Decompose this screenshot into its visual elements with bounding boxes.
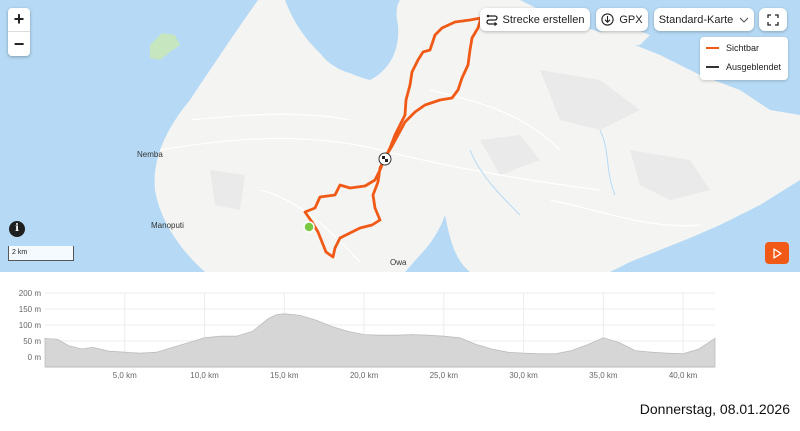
y-tick-label: 100 m (19, 321, 42, 330)
y-tick-labels: 200 m 150 m 100 m 50 m 0 m (19, 289, 42, 362)
y-tick-label: 0 m (28, 353, 42, 362)
map-canvas[interactable] (0, 0, 800, 272)
legend-label: Ausgeblendet (726, 62, 782, 72)
chevron-down-icon (739, 17, 749, 23)
track-legend: Sichtbar Ausgeblendet (700, 37, 788, 80)
place-label-manoputi: Manoputi (151, 221, 184, 230)
legend-item-hidden[interactable]: Ausgeblendet (706, 62, 781, 72)
create-route-label: Strecke erstellen (502, 13, 585, 26)
x-tick-label: 30,0 km (509, 371, 538, 380)
scale-label: 2 km (12, 249, 28, 256)
create-route-button[interactable]: Strecke erstellen (480, 8, 590, 31)
play-animation-button[interactable] (765, 242, 789, 264)
y-tick-label: 50 m (23, 337, 41, 346)
place-label-nemba: Nemba (137, 150, 163, 159)
start-marker (303, 221, 315, 233)
elevation-chart[interactable]: 200 m 150 m 100 m 50 m 0 m 5,0 km 10,0 km 15,0… (0, 276, 800, 386)
legend-swatch-hidden (706, 66, 719, 68)
y-tick-label: 150 m (19, 305, 42, 314)
info-button[interactable]: i (9, 221, 25, 237)
x-tick-label: 20,0 km (350, 371, 379, 380)
finish-flag-icon (378, 152, 392, 166)
zoom-in-button[interactable]: + (8, 8, 30, 32)
route-icon (485, 14, 498, 26)
map-style-label: Standard-Karte (658, 13, 734, 26)
zoom-control: + − (8, 8, 30, 56)
place-label-owa: Owa (390, 258, 407, 267)
scale-bar: 2 km (8, 246, 74, 261)
fullscreen-button[interactable] (759, 8, 787, 31)
x-tick-label: 40,0 km (669, 371, 698, 380)
x-tick-label: 10,0 km (190, 371, 219, 380)
x-tick-label: 25,0 km (430, 371, 459, 380)
map-view[interactable]: + − Strecke erstellen GPX Standard-Karte (0, 0, 800, 272)
elevation-area (44, 313, 716, 368)
legend-swatch-visible (706, 47, 719, 49)
legend-item-visible[interactable]: Sichtbar (706, 43, 759, 53)
x-tick-label: 35,0 km (589, 371, 618, 380)
download-icon (601, 13, 615, 26)
fullscreen-icon (767, 13, 779, 26)
x-tick-label: 15,0 km (270, 371, 299, 380)
legend-label: Sichtbar (726, 43, 760, 53)
zoom-out-button[interactable]: − (8, 32, 30, 56)
x-tick-label: 5,0 km (113, 371, 137, 380)
play-icon (773, 247, 782, 259)
x-tick-labels: 5,0 km 10,0 km 15,0 km 20,0 km 25,0 km 30,0 k… (113, 371, 698, 380)
gpx-download-button[interactable]: GPX (596, 8, 648, 31)
gpx-label: GPX (619, 13, 643, 26)
map-style-select[interactable]: Standard-Karte (654, 8, 754, 31)
y-tick-label: 200 m (19, 289, 42, 298)
date-label: Donnerstag, 08.01.2026 (639, 401, 790, 417)
